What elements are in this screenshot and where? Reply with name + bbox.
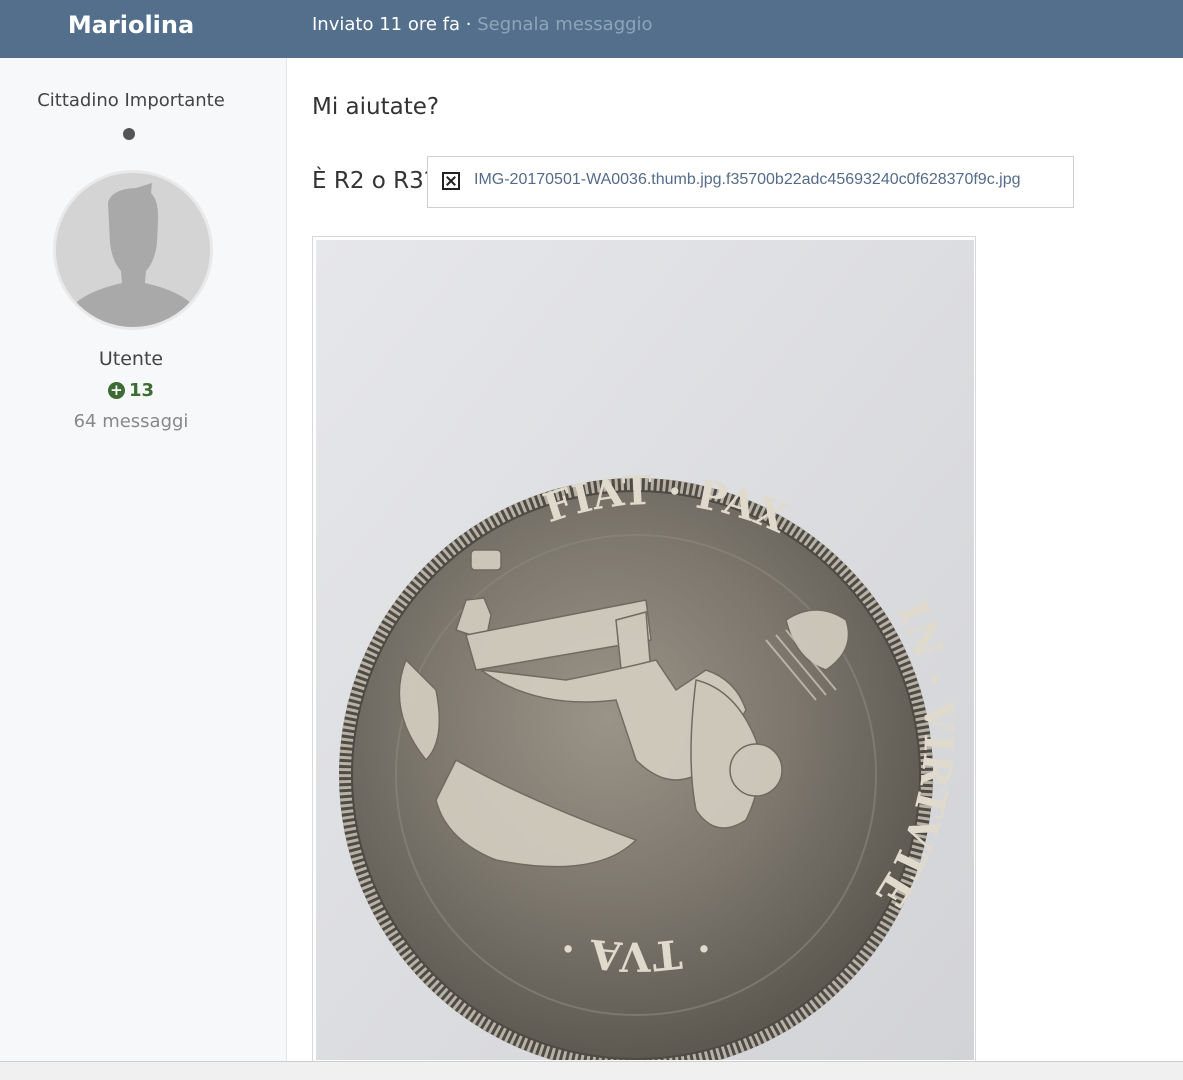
post-header: Mariolina Inviato 11 ore fa · Segnala me…: [0, 0, 1183, 58]
author-sidebar: Cittadino Importante Utente +13 64 messa…: [0, 58, 287, 1061]
post-count: 64 messaggi: [73, 411, 189, 432]
avatar-placeholder-icon: [56, 173, 210, 327]
coin-photo[interactable]: FIAT · PAX IN · VIRTVTE · TVA ·: [312, 236, 976, 1062]
post-text-line-2: È R2 o R3?: [312, 168, 436, 194]
broken-image-icon: [442, 172, 460, 190]
broken-image-attachment[interactable]: IMG-20170501-WA0036.thumb.jpg.f35700b22a…: [427, 156, 1074, 208]
online-status-icon: [123, 128, 135, 140]
reputation-badge[interactable]: +13: [0, 380, 262, 401]
reputation-value: 13: [128, 380, 155, 401]
report-link[interactable]: Segnala messaggio: [477, 14, 652, 35]
author-name[interactable]: Mariolina: [0, 0, 262, 52]
horizontal-scrollbar[interactable]: [0, 1061, 1183, 1080]
plus-circle-icon: +: [107, 382, 125, 399]
post-date: Inviato 11 ore fa ·: [312, 14, 472, 35]
post-text-line-1: Mi aiutate?: [312, 94, 440, 120]
user-rank: Cittadino Importante: [37, 90, 225, 111]
user-group: Utente: [98, 348, 164, 370]
avatar[interactable]: [53, 170, 213, 330]
post-meta: Inviato 11 ore fa · Segnala messaggio: [312, 0, 653, 50]
coin-image: FIAT · PAX IN · VIRTVTE · TVA ·: [316, 240, 974, 1060]
broken-image-filename: IMG-20170501-WA0036.thumb.jpg.f35700b22a…: [474, 171, 1021, 188]
